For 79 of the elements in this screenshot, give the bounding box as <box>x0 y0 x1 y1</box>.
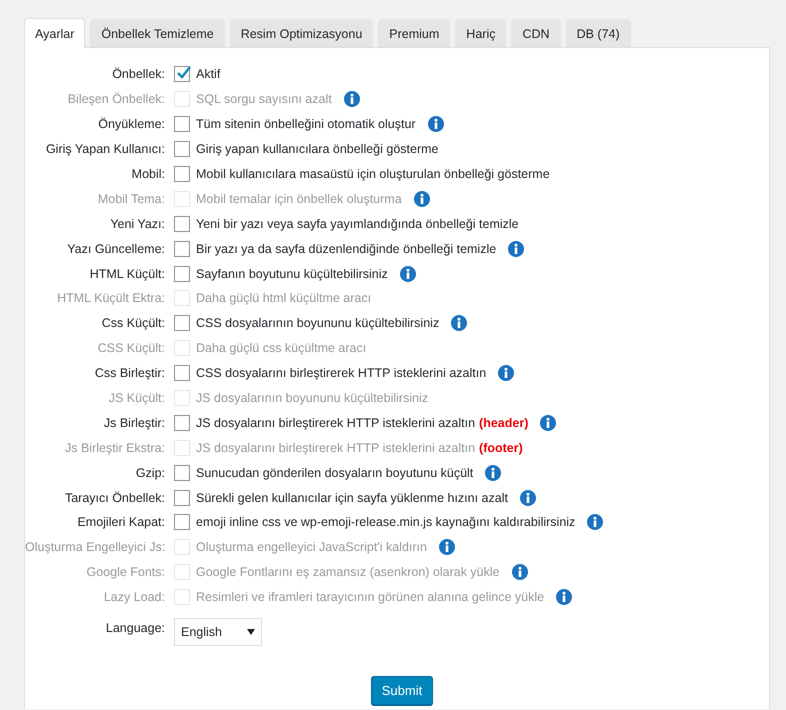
setting-label: HTML Küçült: <box>88 266 165 281</box>
setting-description: JS dosyalarını birleştirerek HTTP isteklerini azaltın <box>196 416 476 430</box>
setting-description: Giriş yapan kullanıcılara önbelleği gösterme <box>196 142 438 156</box>
setting-label: Önbellek: <box>111 67 165 82</box>
checkbox[interactable] <box>174 66 190 82</box>
setting-description: Resimleri ve iframleri tarayıcının görünen alanına gelince yükle <box>196 590 544 604</box>
info-icon[interactable] <box>485 464 502 481</box>
setting-description: Sayfanın boyutunu küçültebilirsiniz <box>196 266 388 281</box>
tab[interactable]: Resim Optimizasyonu <box>230 19 374 47</box>
note-text: (footer) <box>479 440 523 455</box>
checkbox[interactable] <box>174 166 190 182</box>
setting-label: Lazy Load: <box>102 590 165 604</box>
setting-label: Language: <box>104 620 165 635</box>
setting-label: Mobil: <box>130 167 165 181</box>
language-select[interactable]: English <box>174 618 262 646</box>
info-icon[interactable] <box>508 240 524 257</box>
setting-label: JS Küçült: <box>108 391 165 406</box>
setting-label: Yazı Güncelleme: <box>66 242 165 256</box>
setting-label: Css Küçült: <box>100 316 165 330</box>
setting-description: CSS dosyalarının boyununu küçültebilirsiniz <box>196 316 440 330</box>
tab[interactable]: Önbellek Temizleme <box>90 19 225 47</box>
setting-label: Tarayıcı Önbellek: <box>64 490 165 505</box>
setting-description: Mobil kullanıcılara masaüstü için oluşturulan önbelleği gösterme <box>196 167 550 181</box>
setting-label: Oluşturma Engelleyici Js: <box>25 540 165 554</box>
setting-description: Tüm sitenin önbelleğini otomatik oluştur <box>196 117 416 132</box>
setting-description: JS dosyalarının boyununu küçültebilirsiniz <box>196 391 428 406</box>
setting-label: Css Birleştir: <box>94 366 165 380</box>
setting-label: Yeni Yazı: <box>109 216 165 231</box>
setting-description: SQL sorgu sayısını azalt <box>196 92 332 106</box>
checkbox[interactable] <box>174 116 190 132</box>
setting-description: CSS dosyalarını birleştirerek HTTP isteklerini azaltın <box>196 366 486 380</box>
checkbox[interactable] <box>174 266 190 282</box>
setting-label: Google Fonts: <box>85 565 165 580</box>
setting-description: Aktif <box>196 67 220 82</box>
setting-label: Mobil Tema: <box>96 192 165 206</box>
info-icon[interactable] <box>540 414 556 431</box>
setting-label: Js Birleştir: <box>102 416 165 430</box>
tab[interactable]: CDN <box>511 19 561 47</box>
info-icon[interactable] <box>520 490 536 506</box>
caret-icon <box>247 628 255 635</box>
setting-description: Daha güçlü css küçültme aracı <box>196 341 366 356</box>
setting-description: Oluşturma engelleyici JavaScript'i kaldırın <box>196 540 427 554</box>
info-icon[interactable] <box>400 266 416 282</box>
setting-label: HTML Küçült Ektra: <box>56 291 165 306</box>
checkbox[interactable] <box>174 216 190 232</box>
setting-label: Js Birleştir Ekstra: <box>64 440 165 455</box>
setting-label: CSS Küçült: <box>96 341 165 356</box>
info-icon[interactable] <box>587 514 604 530</box>
setting-label: Bileşen Önbellek: <box>66 92 165 106</box>
setting-description: emoji inline css ve wp-emoji-release.min.js kaynağını kaldırabilirsiniz <box>196 515 576 530</box>
setting-description: Mobil temalar için önbellek oluşturma <box>196 192 402 206</box>
setting-description: Yeni bir yazı veya sayfa yayımlandığında önbelleği temizle <box>196 216 519 231</box>
checkbox[interactable] <box>174 414 190 431</box>
tab[interactable]: DB (74) <box>566 19 631 47</box>
setting-label: Önyükleme: <box>97 117 165 132</box>
setting-label: Gzip: <box>134 466 165 480</box>
setting-description: Sürekli gelen kullanıcılar için sayfa yüklenme hızını azalt <box>196 490 508 505</box>
setting-description: JS dosyalarını birleştirerek HTTP isteklerini azaltın <box>196 440 476 455</box>
checkbox[interactable] <box>174 141 190 158</box>
setting-label: Emojileri Kapat: <box>76 515 165 530</box>
checkbox[interactable] <box>174 490 190 506</box>
tab[interactable]: Ayarlar <box>24 18 86 48</box>
checkbox[interactable] <box>174 514 190 530</box>
info-icon[interactable] <box>428 116 444 132</box>
setting-description: Daha güçlü html küçültme aracı <box>196 291 372 306</box>
checkbox[interactable] <box>174 365 190 382</box>
info-icon[interactable] <box>498 365 514 382</box>
tab[interactable]: Hariç <box>455 19 506 47</box>
note-text: (header) <box>479 416 528 430</box>
checkbox[interactable] <box>174 464 190 481</box>
info-icon[interactable] <box>451 315 468 332</box>
setting-description: Bir yazı ya da sayfa düzenlendiğinde önbelleği temizle <box>196 242 496 256</box>
submit-button[interactable]: Submit <box>370 676 434 705</box>
setting-label: Giriş Yapan Kullanıcı: <box>44 142 165 156</box>
checkbox[interactable] <box>174 315 190 332</box>
checkbox[interactable] <box>174 240 190 257</box>
setting-description: Google Fontlarını eş zamansız (asenkron) olarak yükle <box>196 565 500 580</box>
setting-description: Sunucudan gönderilen dosyaların boyutunu küçült <box>196 466 474 480</box>
tab[interactable]: Premium <box>378 19 450 47</box>
